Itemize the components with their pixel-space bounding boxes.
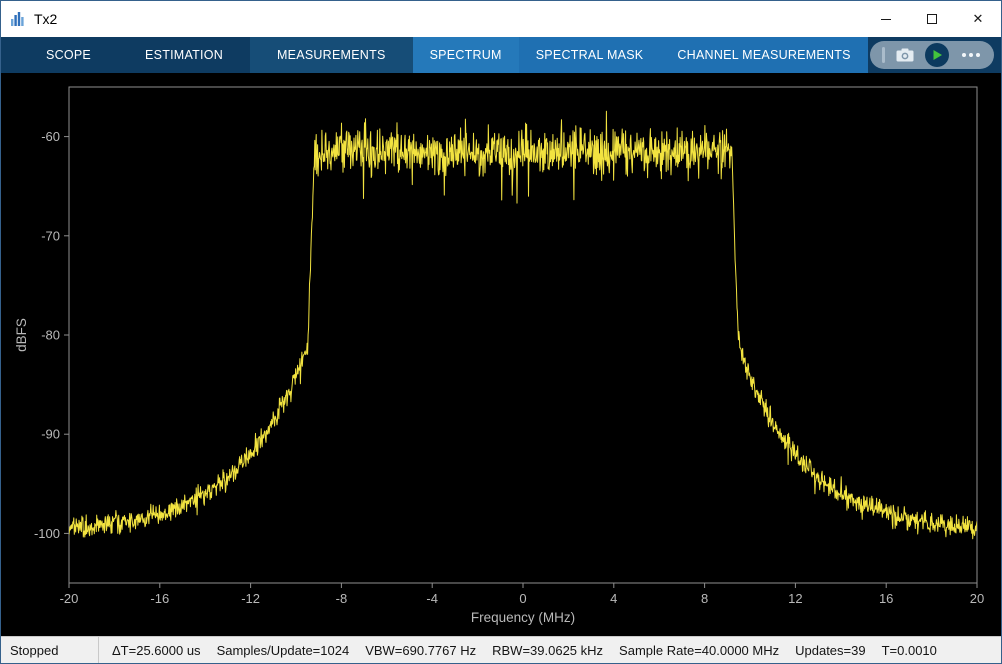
spectrum-analyzer-window: Tx2 ✕ SCOPE ESTIMATION MEASUREMENTS SPECTR…	[0, 0, 1002, 664]
minimize-button[interactable]	[863, 1, 909, 37]
y-tick-label: -80	[41, 328, 60, 343]
spectrum-chart: -20 -16 -12 -8 -4 0 4 8 12 16 20 -60 -70 -80 -90 -100 Fr…	[14, 86, 984, 625]
tab-estimation[interactable]: ESTIMATION	[118, 37, 250, 73]
status-bar: Stopped ΔT=25.6000 us Samples/Update=1024…	[1, 636, 1001, 663]
y-axis-label: dBFS	[14, 318, 29, 352]
status-metric: RBW=39.0625 kHz	[492, 642, 604, 658]
tab-scope[interactable]: SCOPE	[19, 37, 118, 73]
status-metrics: ΔT=25.6000 us Samples/Update=1024 VBW=690.…	[99, 643, 937, 658]
x-tick-label: 20	[970, 591, 984, 606]
x-tick-label: -4	[426, 591, 438, 606]
toolstrip-main-tabs: SCOPE ESTIMATION MEASUREMENTS	[19, 37, 413, 73]
tab-spectral-mask[interactable]: SPECTRAL MASK	[519, 37, 661, 73]
window-title: Tx2	[34, 11, 58, 27]
status-state: Stopped	[10, 642, 59, 658]
play-icon	[933, 50, 942, 60]
x-tick-label: -20	[60, 591, 79, 606]
x-tick-label: 0	[519, 591, 526, 606]
toolbar-grip	[882, 47, 885, 63]
x-tick-label: 12	[788, 591, 802, 606]
tab-spectrum[interactable]: SPECTRUM	[412, 37, 519, 73]
y-tick-label: -100	[34, 526, 60, 541]
toolstrip-context-tabs: SPECTRUM SPECTRAL MASK CHANNEL MEASUREMENT…	[412, 37, 868, 73]
spectrum-plot: -20 -16 -12 -8 -4 0 4 8 12 16 20 -60 -70 -80 -90 -100 Fr…	[1, 73, 1001, 636]
status-metric: T=0.0010	[881, 642, 937, 658]
status-metric: ΔT=25.6000 us	[112, 642, 201, 658]
more-options-button[interactable]	[960, 53, 982, 57]
x-tick-label: -16	[150, 591, 169, 606]
maximize-button[interactable]	[909, 1, 955, 37]
minimize-icon	[881, 18, 891, 20]
status-metric: Updates=39	[795, 642, 866, 658]
x-tick-label: -8	[336, 591, 348, 606]
x-tick-label: -12	[241, 591, 260, 606]
spectrum-trace	[69, 110, 977, 540]
close-icon: ✕	[972, 11, 984, 27]
scope-app-icon-svg	[11, 12, 24, 26]
caption-buttons: ✕	[863, 1, 1001, 37]
x-tick-label: 8	[701, 591, 708, 606]
status-metric: Samples/Update=1024	[216, 642, 350, 658]
run-button[interactable]	[925, 43, 949, 67]
y-tick-label: -70	[41, 228, 60, 243]
x-tick-label: 16	[879, 591, 893, 606]
y-tick-label: -90	[41, 427, 60, 442]
maximize-icon	[927, 14, 937, 24]
title-bar: Tx2 ✕	[1, 1, 1001, 37]
camera-icon	[896, 48, 914, 62]
close-button[interactable]: ✕	[955, 1, 1001, 37]
x-tick-label: 4	[610, 591, 617, 606]
tab-measurements[interactable]: MEASUREMENTS	[249, 37, 413, 73]
x-axis-label: Frequency (MHz)	[471, 610, 575, 625]
quick-access-toolbar	[870, 41, 994, 69]
status-metric: Sample Rate=40.0000 MHz	[619, 642, 780, 658]
toolstrip-right	[870, 37, 1001, 73]
snapshot-icon[interactable]	[896, 48, 914, 62]
tab-channel-measurements[interactable]: CHANNEL MEASUREMENTS	[660, 37, 867, 73]
y-tick-label: -60	[41, 129, 60, 144]
scope-app-icon	[10, 11, 26, 27]
status-metric: VBW=690.7767 Hz	[365, 642, 477, 658]
toolstrip: SCOPE ESTIMATION MEASUREMENTS SPECTRUM SPEC…	[1, 37, 1001, 73]
